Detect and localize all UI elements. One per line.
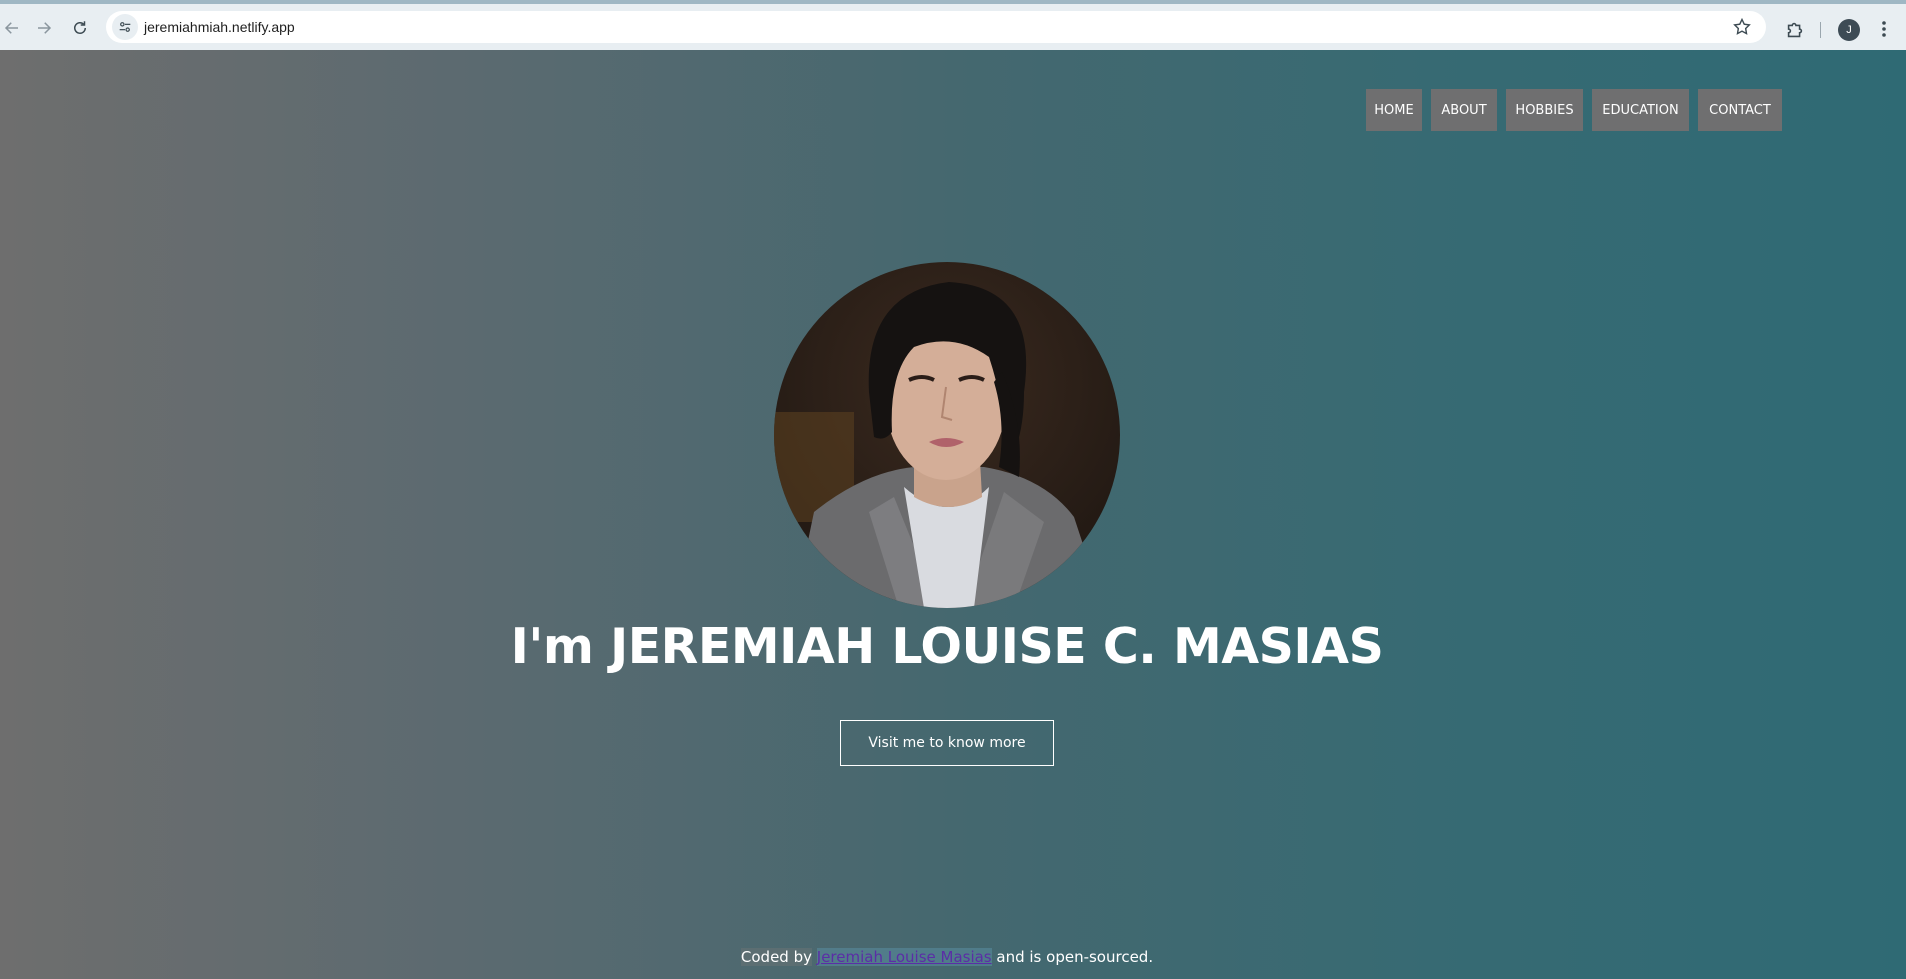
reload-button[interactable] xyxy=(68,16,92,40)
browser-toolbar: jeremiahmiah.netlify.app J xyxy=(0,4,1906,50)
author-link[interactable]: Jeremiah Louise Masias xyxy=(816,948,992,966)
reload-icon xyxy=(74,21,86,34)
nav-hobbies[interactable]: HOBBIES xyxy=(1506,89,1583,131)
forward-button[interactable] xyxy=(32,16,56,40)
nav-contact[interactable]: CONTACT xyxy=(1698,89,1782,131)
hero-headline: I'm JEREMIAH LOUISE C. MASIAS xyxy=(510,618,1384,675)
puzzle-icon[interactable] xyxy=(1784,19,1806,41)
arrow-left-icon xyxy=(4,22,18,34)
profile-photo xyxy=(774,262,1120,608)
nav-education[interactable]: EDUCATION xyxy=(1592,89,1689,131)
site-info-button[interactable] xyxy=(112,14,138,40)
visit-more-button[interactable]: Visit me to know more xyxy=(840,720,1054,766)
hero-section: HOME ABOUT HOBBIES EDUCATION CONTACT I'm… xyxy=(0,50,1906,979)
nav-about[interactable]: ABOUT xyxy=(1431,89,1497,131)
back-button[interactable] xyxy=(0,16,24,40)
footer-suffix: and is open-sourced. xyxy=(996,948,1154,966)
arrow-right-icon xyxy=(38,22,52,34)
toolbar-divider xyxy=(1820,22,1821,38)
footer-credit: Coded by Jeremiah Louise Masias and is o… xyxy=(0,948,1894,966)
url-text: jeremiahmiah.netlify.app xyxy=(144,19,295,35)
vertical-dots-icon[interactable] xyxy=(1875,18,1893,40)
footer-prefix: Coded by xyxy=(740,948,812,966)
tune-icon xyxy=(119,22,131,32)
main-nav: HOME ABOUT HOBBIES EDUCATION CONTACT xyxy=(1366,89,1782,131)
star-icon[interactable] xyxy=(1732,17,1752,37)
address-bar[interactable]: jeremiahmiah.netlify.app xyxy=(106,11,1766,43)
nav-home[interactable]: HOME xyxy=(1366,89,1422,131)
profile-avatar[interactable]: J xyxy=(1838,19,1860,41)
